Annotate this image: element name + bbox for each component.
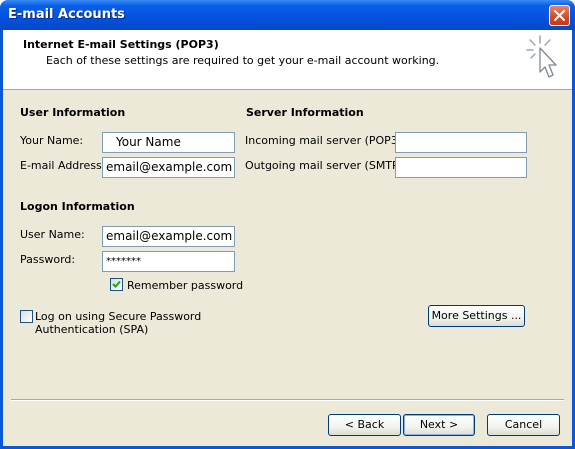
window-title: E-mail Accounts [8,7,125,22]
incoming-server-input[interactable] [395,132,527,153]
email-address-input[interactable]: email@example.com [102,157,235,178]
email-accounts-window: E-mail Accounts Internet E-mail Settings… [0,0,575,449]
dialog-body: Internet E-mail Settings (POP3) Each of … [3,30,572,446]
outgoing-server-label: Outgoing mail server (SMTP): [245,159,407,172]
outgoing-server-input[interactable] [395,157,527,178]
user-name-input[interactable]: email@example.com [102,226,235,247]
spa-checkbox[interactable] [20,310,33,323]
title-bar[interactable]: E-mail Accounts [0,0,575,30]
header-title: Internet E-mail Settings (POP3) [23,38,219,51]
server-info-heading: Server Information [246,106,364,119]
spa-label-line1[interactable]: Log on using Secure Password [35,310,201,323]
spa-label-line2[interactable]: Authentication (SPA) [35,323,148,336]
cancel-button[interactable]: Cancel [487,414,560,436]
logon-info-heading: Logon Information [20,200,135,213]
footer-divider [11,399,564,401]
wizard-header: Internet E-mail Settings (POP3) Each of … [3,30,572,90]
your-name-label: Your Name: [20,134,84,147]
header-subtitle: Each of these settings are required to g… [46,54,440,67]
next-button[interactable]: Next > [403,414,475,436]
more-settings-button[interactable]: More Settings ... [428,305,525,327]
close-button[interactable] [549,5,570,26]
your-name-input[interactable]: Your Name [102,132,235,153]
incoming-server-label: Incoming mail server (POP3): [245,134,406,147]
checkmark-icon [112,280,121,288]
user-info-heading: User Information [20,106,126,119]
user-name-label: User Name: [20,228,85,241]
password-input[interactable]: ******* [102,251,235,272]
back-button[interactable]: < Back [328,414,401,436]
close-icon [554,10,565,21]
email-address-label: E-mail Address: [20,159,106,172]
remember-password-checkbox[interactable] [110,278,123,291]
wizard-wand-icon [526,35,557,78]
password-label: Password: [20,253,76,266]
remember-password-label[interactable]: Remember password [127,279,243,292]
